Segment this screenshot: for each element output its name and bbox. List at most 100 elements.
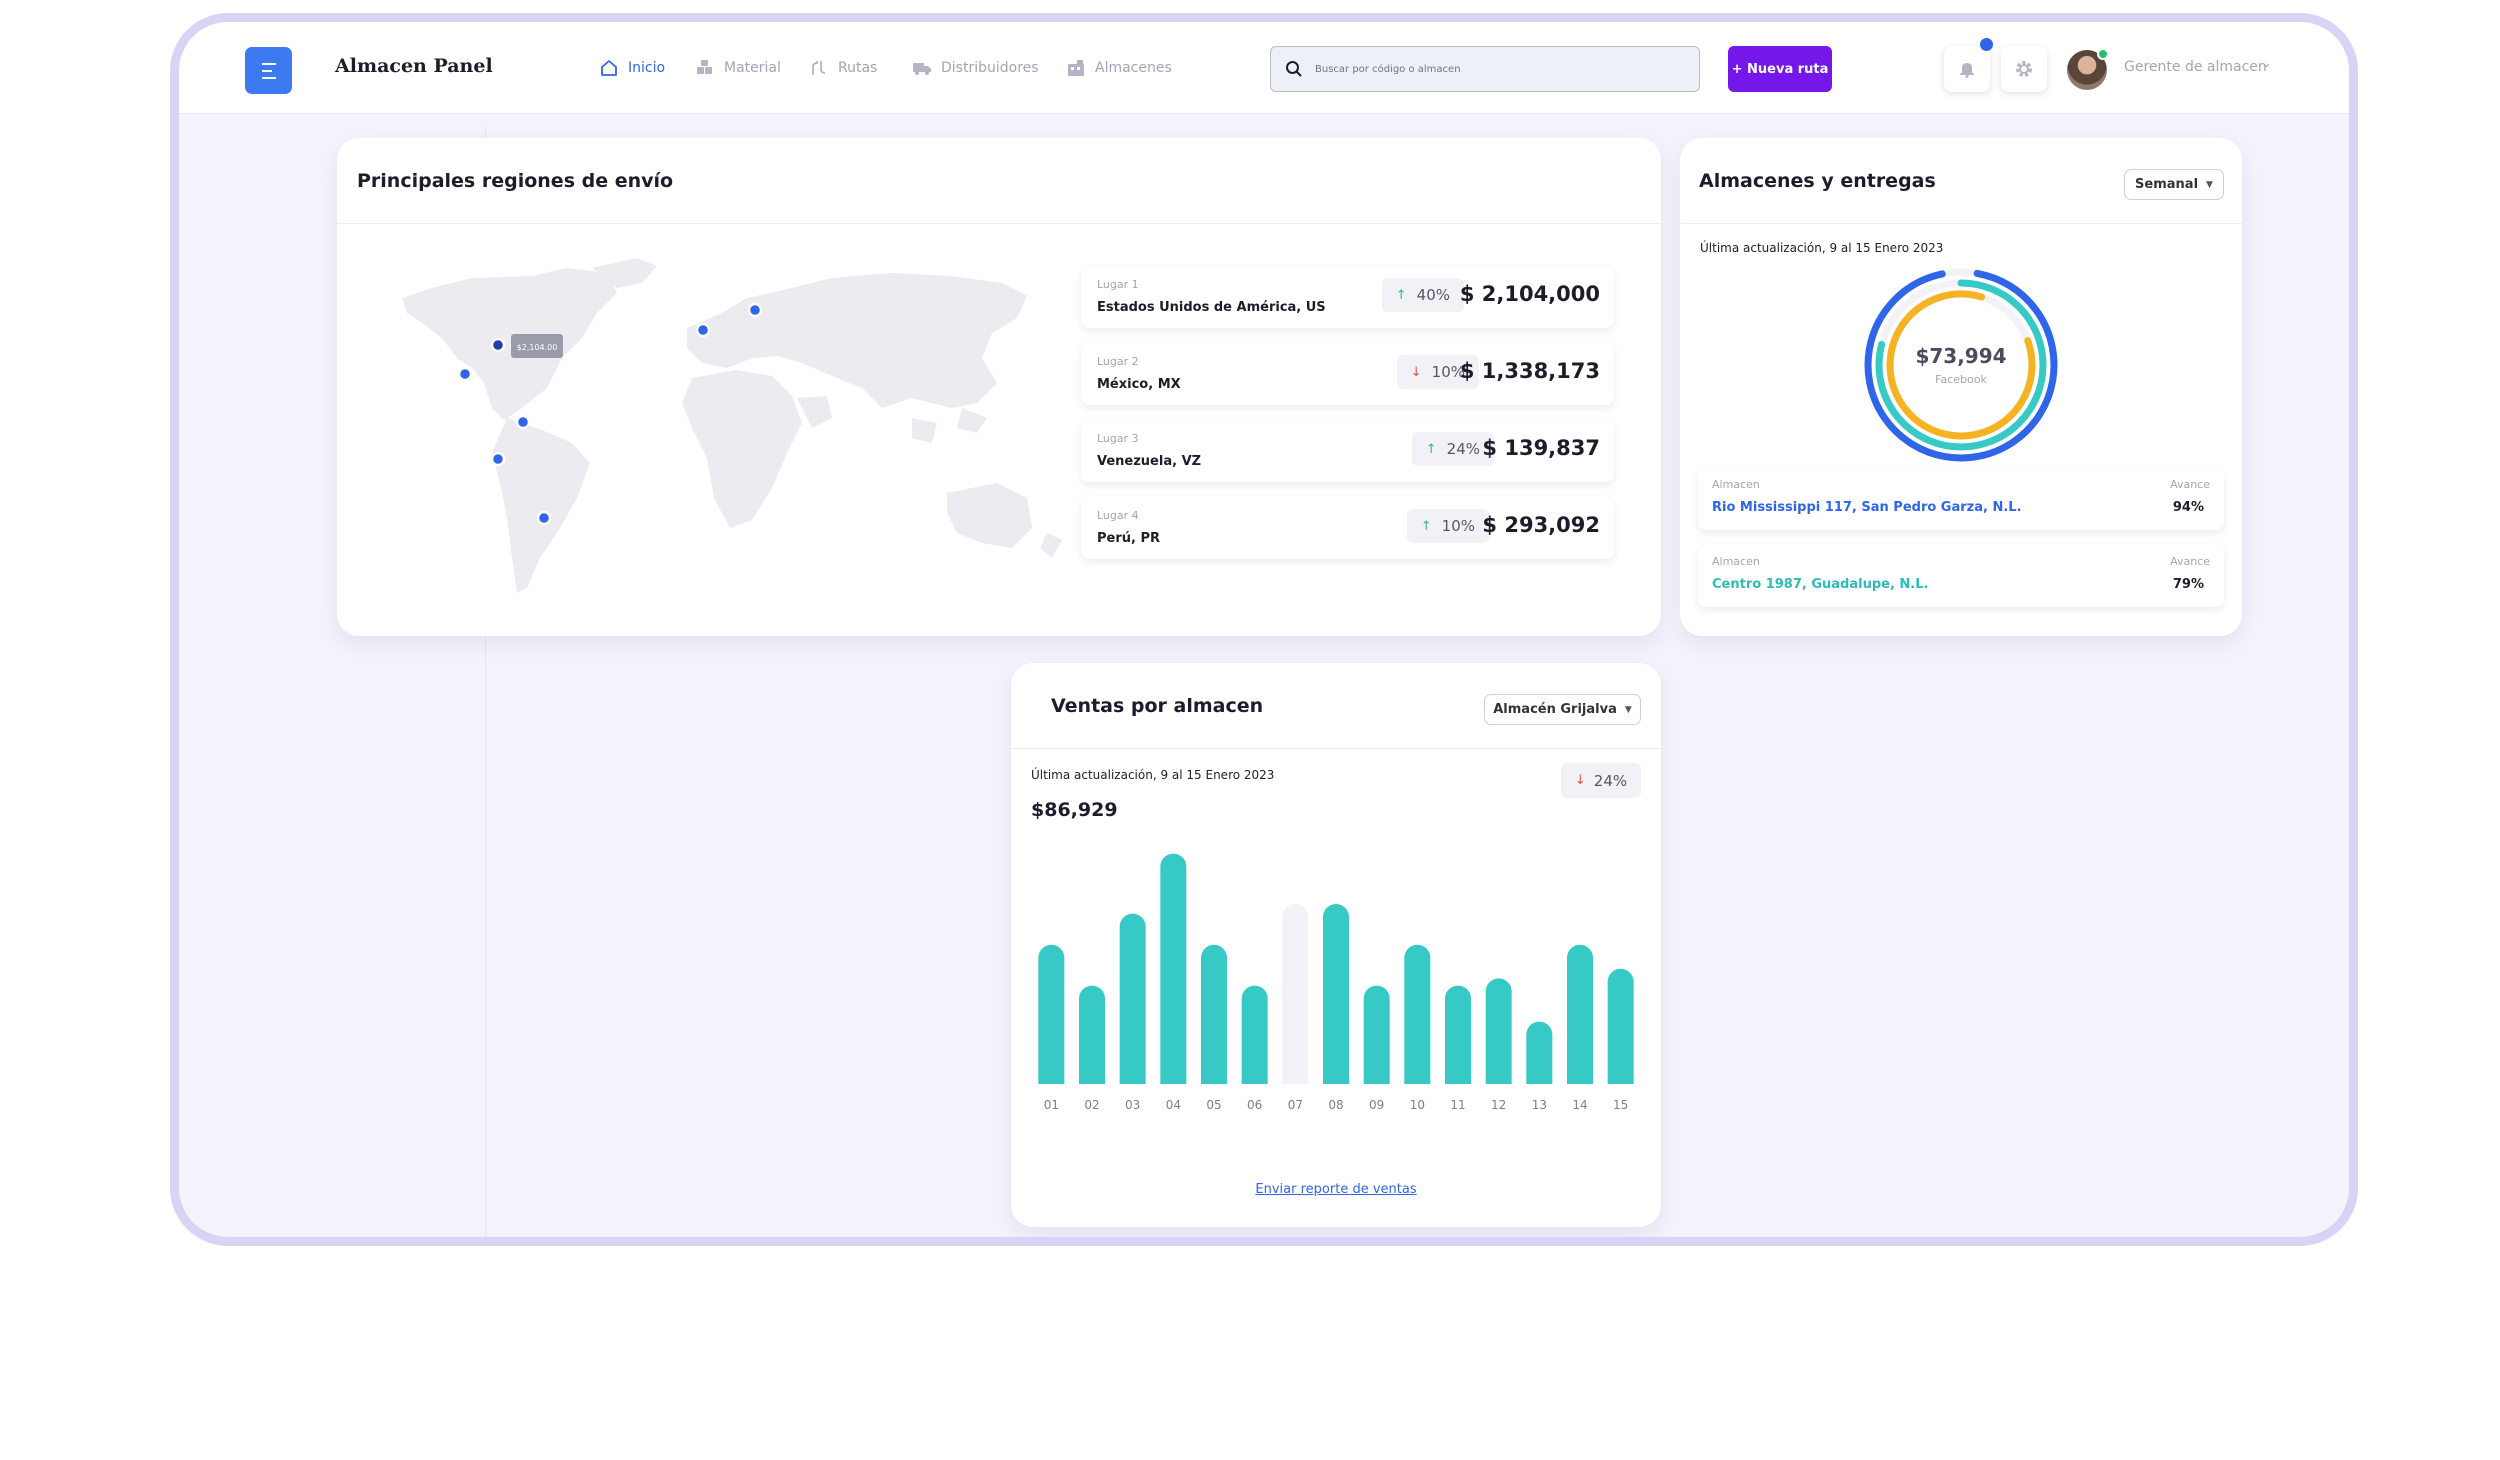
place-rank: Lugar 4 [1097,509,1139,522]
tick-label-01: 01 [1044,1098,1059,1111]
nav-item-distribuidores[interactable]: Distribuidores [912,22,1039,114]
nav-item-rutas[interactable]: Rutas [809,22,877,114]
warehouse-label: Almacen [1712,555,1760,568]
bar-11[interactable] [1445,985,1471,1084]
sales-bar-chart: 01 02 03 04 05 06 07 08 09 10 11 12 13 14 15 [1038,853,1634,1111]
place-rank: Lugar 2 [1097,355,1139,368]
route-icon [812,61,826,75]
bell-icon [1960,63,1974,78]
progress-value: 94% [2172,500,2204,515]
chevron-down-icon[interactable]: ⌄ [2261,56,2272,71]
gear-icon [2016,61,2032,77]
caret-down-icon: ▼ [1624,704,1632,715]
deliveries-updated: Última actualización, 9 al 15 Enero 2023 [1700,241,1944,255]
nav-label: Inicio [628,60,666,76]
send-report-link[interactable]: Enviar reporte de ventas [1011,1182,1661,1197]
place-row[interactable]: Lugar 4 Perú, PR ↑ 10% $ 293,092 [1081,497,1614,559]
trend-pct: 10% [1441,517,1475,535]
search-input[interactable] [1315,63,1675,75]
bar-09[interactable] [1363,985,1390,1084]
tick-label-02: 02 [1084,1098,1099,1111]
map-marker-us[interactable] [490,337,506,353]
place-row[interactable]: Lugar 1 Estados Unidos de América, US ↑ 4… [1081,266,1614,328]
trend-badge: ↑ 40% [1381,278,1464,312]
period-value: Semanal [2135,177,2199,192]
arrow-up-icon: ↑ [1395,287,1407,303]
place-name: Estados Unidos de América, US [1097,300,1326,315]
warehouse-name: Centro 1987, Guadalupe, N.L. [1712,577,1929,592]
regions-title: Principales regiones de envío [357,170,674,192]
map-marker[interactable] [515,414,531,430]
place-amount: $ 293,092 [1482,513,1600,537]
menu-button[interactable] [245,47,292,94]
tick-label-11: 11 [1450,1098,1465,1111]
nav-item-inicio[interactable]: Inicio [599,22,665,114]
trend-badge: ↑ 10% [1406,509,1489,543]
map-marker[interactable] [457,366,473,382]
bar-02[interactable] [1079,985,1105,1084]
place-row[interactable]: Lugar 3 Venezuela, VZ ↑ 24% $ 139,837 [1081,420,1614,482]
bar-05[interactable] [1201,944,1227,1084]
online-status-dot [2097,48,2109,60]
donut-center-value: $73,994 [1915,344,2006,368]
tick-label-04: 04 [1166,1098,1181,1111]
arrow-up-icon: ↑ [1425,441,1437,457]
place-name: Venezuela, VZ [1097,454,1202,469]
donut-center-label: Facebook [1935,373,1987,386]
notifications-button[interactable] [1944,38,1993,92]
bar-06[interactable] [1241,985,1268,1084]
tick-label-14: 14 [1572,1098,1587,1111]
bar-12[interactable] [1485,978,1512,1084]
map-marker[interactable] [536,510,552,526]
deliveries-card: Almacenes y entregas Semanal ▼ Última act… [1680,138,2242,636]
place-amount: $ 2,104,000 [1459,282,1600,306]
building-icon [1068,60,1084,76]
user-role[interactable]: Gerente de almacen [2124,59,2267,75]
map-marker[interactable] [695,322,711,338]
warehouse-label: Almacen [1712,478,1760,491]
avatar[interactable] [2067,48,2109,90]
search-box[interactable] [1270,46,1700,92]
place-rank: Lugar 1 [1097,278,1139,291]
tick-label-03: 03 [1125,1098,1140,1111]
nav-item-almacenes[interactable]: Almacenes [1066,22,1172,114]
bar-01[interactable] [1038,944,1065,1084]
place-amount: $ 1,338,173 [1459,359,1600,383]
nav-label: Material [724,60,781,76]
new-route-button[interactable]: + Nueva ruta [1728,46,1832,92]
progress-label: Avance [2170,555,2210,568]
nav-item-material[interactable]: Material [695,22,781,114]
bar-15[interactable] [1607,968,1634,1084]
warehouse-row[interactable]: Almacen Rio Mississippi 117, San Pedro G… [1698,468,2224,530]
tick-label-08: 08 [1328,1098,1343,1111]
arrow-up-icon: ↑ [1420,518,1432,534]
bar-14[interactable] [1567,944,1593,1084]
bar-03[interactable] [1119,913,1146,1084]
warehouse-name: Rio Mississippi 117, San Pedro Garza, N.… [1712,500,2022,515]
period-dropdown[interactable]: Semanal ▼ [2124,169,2224,200]
caret-down-icon: ▼ [2206,179,2213,190]
map-marker[interactable] [490,451,506,467]
app-frame: Almacen Panel Inicio Material Rutas Dist… [170,13,2358,1246]
warehouse-dropdown[interactable]: Almacén Grijalva ▼ [1484,694,1641,725]
place-row[interactable]: Lugar 2 México, MX ↓ 10% $ 1,338,173 [1081,343,1614,405]
warehouse-row[interactable]: Almacen Centro 1987, Guadalupe, N.L. Ava… [1698,545,2224,607]
tick-label-13: 13 [1532,1098,1547,1111]
bar-08[interactable] [1323,904,1349,1084]
bar-04[interactable] [1160,853,1187,1084]
arrow-down-icon: ↓ [1410,364,1422,380]
donut-chart: $73,994 Facebook [1864,268,2058,462]
tick-label-07: 07 [1288,1098,1303,1111]
bar-07[interactable] [1282,904,1309,1084]
tick-label-10: 10 [1410,1098,1425,1111]
world-map: $2,104.00 [402,258,1062,593]
tick-label-12: 12 [1491,1098,1506,1111]
home-icon [601,60,617,76]
progress-value: 79% [2172,577,2204,592]
bar-13[interactable] [1526,1021,1553,1084]
map-marker[interactable] [747,302,763,318]
sales-total: $86,929 [1031,799,1118,821]
place-name: México, MX [1097,377,1181,392]
settings-button[interactable] [2001,46,2047,92]
bar-10[interactable] [1404,944,1431,1084]
